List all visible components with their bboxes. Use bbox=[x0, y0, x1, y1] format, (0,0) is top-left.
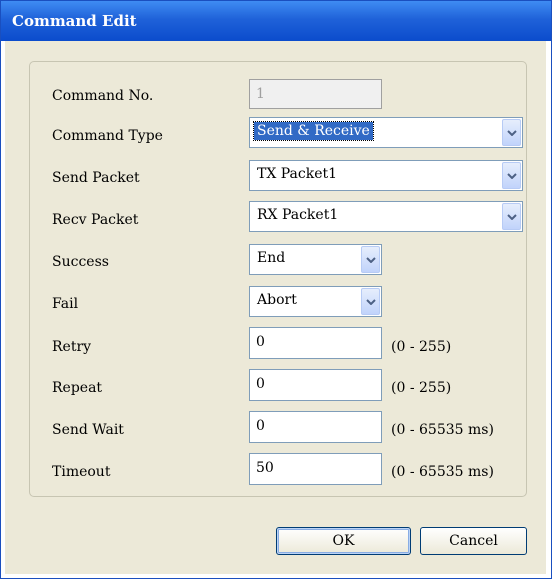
success-select[interactable]: End bbox=[249, 244, 382, 275]
send-packet-value: TX Packet1 bbox=[257, 166, 338, 182]
repeat-range: (0 - 255) bbox=[391, 380, 452, 396]
success-label: Success bbox=[52, 254, 109, 270]
title-bar[interactable]: Command Edit bbox=[1, 1, 551, 41]
retry-value: 0 bbox=[256, 334, 265, 350]
chevron-down-icon[interactable] bbox=[502, 162, 521, 189]
chevron-down-icon[interactable] bbox=[361, 246, 380, 273]
ok-button[interactable]: OK bbox=[276, 527, 411, 555]
timeout-input[interactable]: 50 bbox=[249, 453, 382, 485]
cancel-button[interactable]: Cancel bbox=[420, 527, 527, 555]
chevron-down-icon[interactable] bbox=[502, 203, 521, 230]
timeout-value: 50 bbox=[256, 460, 274, 476]
send-packet-select[interactable]: TX Packet1 bbox=[249, 160, 523, 191]
timeout-range: (0 - 65535 ms) bbox=[391, 464, 494, 480]
send-wait-input[interactable]: 0 bbox=[249, 411, 382, 443]
repeat-label: Repeat bbox=[52, 380, 103, 396]
command-type-label: Command Type bbox=[52, 128, 163, 144]
fail-label: Fail bbox=[52, 296, 79, 312]
recv-packet-label: Recv Packet bbox=[52, 212, 139, 228]
send-packet-label: Send Packet bbox=[52, 170, 140, 186]
command-no-label: Command No. bbox=[52, 88, 154, 104]
command-type-value: Send & Receive bbox=[253, 121, 374, 141]
send-wait-value: 0 bbox=[256, 418, 265, 434]
recv-packet-select[interactable]: RX Packet1 bbox=[249, 201, 523, 232]
timeout-label: Timeout bbox=[52, 464, 111, 480]
chevron-down-icon[interactable] bbox=[502, 119, 521, 146]
window-title: Command Edit bbox=[12, 12, 137, 30]
command-no-field: 1 bbox=[249, 79, 382, 109]
fail-value: Abort bbox=[257, 292, 297, 308]
retry-label: Retry bbox=[52, 339, 92, 355]
send-wait-range: (0 - 65535 ms) bbox=[391, 422, 494, 438]
success-value: End bbox=[257, 250, 286, 266]
chevron-down-icon[interactable] bbox=[361, 288, 380, 315]
repeat-input[interactable]: 0 bbox=[249, 369, 382, 401]
recv-packet-value: RX Packet1 bbox=[257, 207, 339, 223]
retry-input[interactable]: 0 bbox=[249, 327, 382, 359]
send-wait-label: Send Wait bbox=[52, 422, 124, 438]
command-no-value: 1 bbox=[256, 86, 265, 102]
fail-select[interactable]: Abort bbox=[249, 286, 382, 317]
repeat-value: 0 bbox=[256, 376, 265, 392]
command-type-select[interactable]: Send & Receive bbox=[249, 117, 523, 148]
retry-range: (0 - 255) bbox=[391, 339, 452, 355]
